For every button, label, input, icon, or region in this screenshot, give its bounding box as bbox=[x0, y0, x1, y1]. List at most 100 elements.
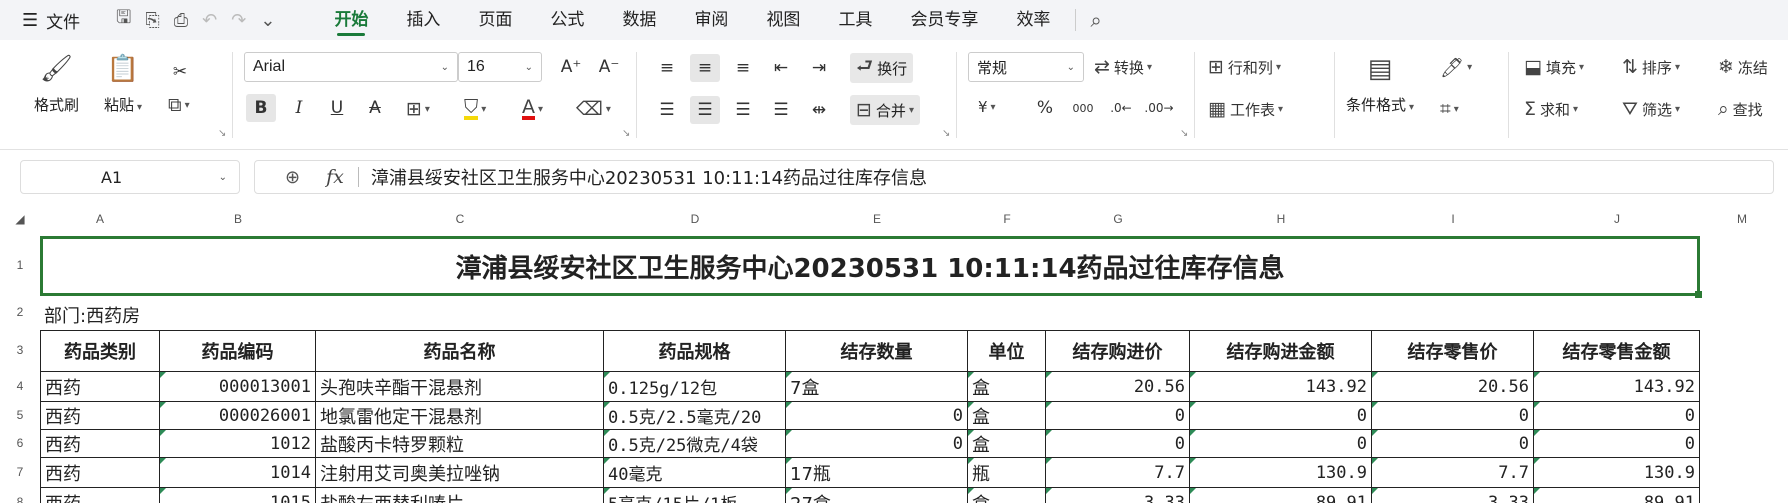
align-middle-icon[interactable]: ≡ bbox=[690, 54, 720, 82]
table-cell[interactable]: 地氯雷他定干混悬剂 bbox=[316, 402, 604, 430]
copy-button[interactable]: ⧉ ▾ bbox=[168, 94, 190, 116]
paste-button[interactable]: 📋 粘贴 ▾ bbox=[104, 54, 142, 115]
spreadsheet-grid[interactable]: ◢ A B C D E F G H I J M 1 2 3 4 5 6 7 8 漳浦县绥安社区卫生服务中心202305… bbox=[0, 206, 1788, 503]
table-cell[interactable]: 盒 bbox=[968, 430, 1046, 458]
filter-button[interactable]: ⛛ 筛选 ▾ bbox=[1622, 98, 1680, 120]
decrease-font-size-icon[interactable]: A⁻ bbox=[594, 53, 624, 81]
row-header-3[interactable]: 3 bbox=[0, 343, 40, 357]
strikethrough-icon[interactable]: A bbox=[360, 94, 390, 122]
column-header-B[interactable]: B bbox=[218, 212, 258, 234]
table-cell[interactable]: 0 bbox=[1046, 430, 1190, 458]
column-header-I[interactable]: I bbox=[1433, 212, 1473, 234]
table-cell[interactable]: 0.5克/25微克/4袋 bbox=[604, 430, 786, 458]
table-cell[interactable]: 20.56 bbox=[1372, 372, 1534, 402]
currency-button[interactable]: ¥ ▾ bbox=[978, 98, 996, 116]
header-cell[interactable]: 结存零售金额 bbox=[1534, 330, 1700, 372]
clear-format-button[interactable]: ⌫ ▾ bbox=[576, 98, 611, 120]
thousands-separator-button[interactable]: 000 bbox=[1068, 94, 1098, 122]
font-size-select[interactable]: 16 ⌄ bbox=[458, 52, 542, 82]
tab-3[interactable]: 页面 bbox=[459, 0, 531, 40]
increase-indent-icon[interactable]: ⇥ bbox=[804, 54, 834, 82]
font-dialog-launcher-icon[interactable]: ↘ bbox=[622, 128, 630, 139]
table-cell[interactable]: 头孢呋辛酯干混悬剂 bbox=[316, 372, 604, 402]
column-header-F[interactable]: F bbox=[987, 212, 1027, 234]
table-cell[interactable]: 1015 bbox=[160, 488, 316, 503]
table-cell[interactable]: 1012 bbox=[160, 430, 316, 458]
fill-color-button[interactable]: ⛉ ▾ bbox=[464, 98, 486, 120]
table-cell[interactable]: 3.33 bbox=[1046, 488, 1190, 503]
header-cell[interactable]: 结存购进金额 bbox=[1190, 330, 1372, 372]
more-chevron-icon[interactable]: ⌄ bbox=[260, 10, 275, 31]
name-box[interactable]: A1 ⌄ bbox=[20, 160, 240, 194]
save-icon[interactable]: 🖫 bbox=[116, 5, 131, 35]
row-header-8[interactable]: 8 bbox=[0, 495, 40, 503]
fill-handle[interactable] bbox=[1695, 291, 1702, 298]
conditional-format-button[interactable]: ▤ 条件格式 ▾ bbox=[1346, 54, 1414, 115]
table-cell[interactable]: 0.125g/12包 bbox=[604, 372, 786, 402]
table-cell[interactable]: 0 bbox=[1372, 430, 1534, 458]
table-cell[interactable]: 西药 bbox=[40, 488, 160, 503]
table-cell[interactable]: 盒 bbox=[968, 488, 1046, 503]
header-cell[interactable]: 单位 bbox=[968, 330, 1046, 372]
tab-6[interactable]: 审阅 bbox=[675, 0, 747, 40]
cut-icon[interactable]: ✂ bbox=[165, 58, 195, 86]
header-cell[interactable]: 结存零售价 bbox=[1372, 330, 1534, 372]
font-color-button[interactable]: A ▾ bbox=[522, 98, 543, 120]
table-cell[interactable]: 130.9 bbox=[1534, 458, 1700, 488]
clipboard-dialog-launcher-icon[interactable]: ↘ bbox=[218, 128, 226, 139]
tab-7[interactable]: 视图 bbox=[747, 0, 819, 40]
table-cell[interactable]: 1014 bbox=[160, 458, 316, 488]
formula-input[interactable]: ⊕ fx 漳浦县绥安社区卫生服务中心20230531 10:11:14药品过往库… bbox=[254, 160, 1774, 194]
row-header-2[interactable]: 2 bbox=[0, 305, 40, 319]
row-header-6[interactable]: 6 bbox=[0, 436, 40, 450]
font-name-select[interactable]: Arial ⌄ bbox=[244, 52, 458, 82]
column-header-D[interactable]: D bbox=[675, 212, 715, 234]
header-cell[interactable]: 药品类别 bbox=[40, 330, 160, 372]
table-cell[interactable]: 7.7 bbox=[1372, 458, 1534, 488]
table-cell[interactable]: 0 bbox=[1372, 402, 1534, 430]
search-icon[interactable]: ⌕ bbox=[1090, 8, 1101, 32]
tab-2[interactable]: 插入 bbox=[387, 0, 459, 40]
table-cell[interactable]: 130.9 bbox=[1190, 458, 1372, 488]
sheet-title-cell[interactable]: 漳浦县绥安社区卫生服务中心20230531 10:11:14药品过往库存信息 bbox=[40, 236, 1702, 298]
table-cell[interactable]: 40毫克 bbox=[604, 458, 786, 488]
table-cell[interactable]: 0 bbox=[1190, 402, 1372, 430]
table-cell[interactable]: 5毫克/15片/1板 bbox=[604, 488, 786, 503]
table-cell[interactable]: 盒 bbox=[968, 372, 1046, 402]
align-left-icon[interactable]: ☰ bbox=[652, 96, 682, 124]
alignment-dialog-launcher-icon[interactable]: ↘ bbox=[942, 128, 950, 139]
wrap-text-button[interactable]: ⮐ 换行 bbox=[850, 53, 914, 83]
table-cell[interactable]: 西药 bbox=[40, 372, 160, 402]
fx-icon[interactable]: fx bbox=[326, 166, 344, 188]
table-cell[interactable]: 盐酸左西替利嗪片 bbox=[316, 488, 604, 503]
find-button[interactable]: ⌕ 查找 bbox=[1718, 98, 1763, 120]
table-cell[interactable]: 西药 bbox=[40, 402, 160, 430]
column-header-J[interactable]: J bbox=[1597, 212, 1637, 234]
column-header-M[interactable]: M bbox=[1722, 212, 1762, 234]
table-cell[interactable]: 143.92 bbox=[1190, 372, 1372, 402]
distributed-align-icon[interactable]: ⇹ bbox=[804, 96, 834, 124]
table-cell[interactable]: 7.7 bbox=[1046, 458, 1190, 488]
department-label[interactable]: 部门:西药房 bbox=[44, 302, 140, 328]
percent-button[interactable]: % bbox=[1030, 94, 1060, 122]
table-cell[interactable]: 0 bbox=[786, 402, 968, 430]
tab-5[interactable]: 数据 bbox=[603, 0, 675, 40]
table-cell[interactable]: 3.33 bbox=[1372, 488, 1534, 503]
table-cell[interactable]: 0 bbox=[1046, 402, 1190, 430]
borders-button[interactable]: ⊞ ▾ bbox=[406, 98, 430, 120]
header-cell[interactable]: 药品名称 bbox=[316, 330, 604, 372]
underline-icon[interactable]: U bbox=[322, 94, 352, 122]
undo-icon[interactable]: ↶ bbox=[202, 10, 217, 31]
justify-icon[interactable]: ☰ bbox=[766, 96, 796, 124]
file-menu[interactable]: ☰ 文件 bbox=[22, 8, 100, 33]
header-cell[interactable]: 结存数量 bbox=[786, 330, 968, 372]
redo-icon[interactable]: ↷ bbox=[231, 10, 246, 31]
select-all-corner[interactable]: ◢ bbox=[0, 212, 40, 234]
align-right-icon[interactable]: ☰ bbox=[728, 96, 758, 124]
cell-borders-button[interactable]: ⌗ ▾ bbox=[1440, 98, 1459, 120]
row-header-1[interactable]: 1 bbox=[0, 258, 40, 272]
table-cell[interactable]: 000013001 bbox=[160, 372, 316, 402]
tab-1[interactable]: 开始 bbox=[315, 0, 387, 40]
column-header-H[interactable]: H bbox=[1261, 212, 1301, 234]
format-painter-button[interactable]: 🖌 格式刷 bbox=[34, 54, 79, 115]
